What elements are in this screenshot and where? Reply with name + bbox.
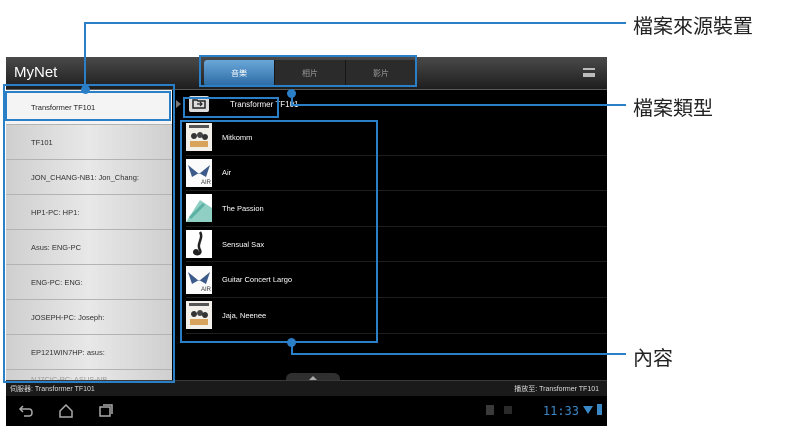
highlight-folder [183,97,279,118]
leader-line [84,22,626,24]
callout-source-device: 檔案來源裝置 [633,14,753,38]
home-icon[interactable] [58,404,74,418]
download-icon [504,406,512,414]
callout-file-type: 檔案類型 [633,96,713,120]
leader-dot [287,338,296,347]
menu-icon[interactable] [583,68,595,77]
leader-line [291,93,293,105]
highlight-selected-device [5,91,171,121]
wifi-icon [583,406,593,414]
back-icon[interactable] [18,404,34,417]
leader-line [291,353,626,355]
callout-content: 內容 [633,346,673,370]
leader-line [291,104,626,106]
play-to-label[interactable]: 播放至: Transformer TF101 [514,384,599,394]
battery-icon [597,404,602,415]
highlight-media-tabs [199,55,417,87]
notification-icon [486,405,494,415]
highlight-content [180,120,378,343]
clock: 11:33 [542,404,579,418]
leader-line [84,22,86,89]
recent-apps-icon[interactable] [98,404,114,418]
breadcrumb-arrow-icon [176,100,181,108]
highlight-device-list [3,84,175,383]
system-nav-bar: 11:33 [6,396,607,426]
app-title: MyNet [14,64,58,81]
leader-dot [81,85,90,94]
server-label: 伺服器: Transformer TF101 [10,386,95,393]
